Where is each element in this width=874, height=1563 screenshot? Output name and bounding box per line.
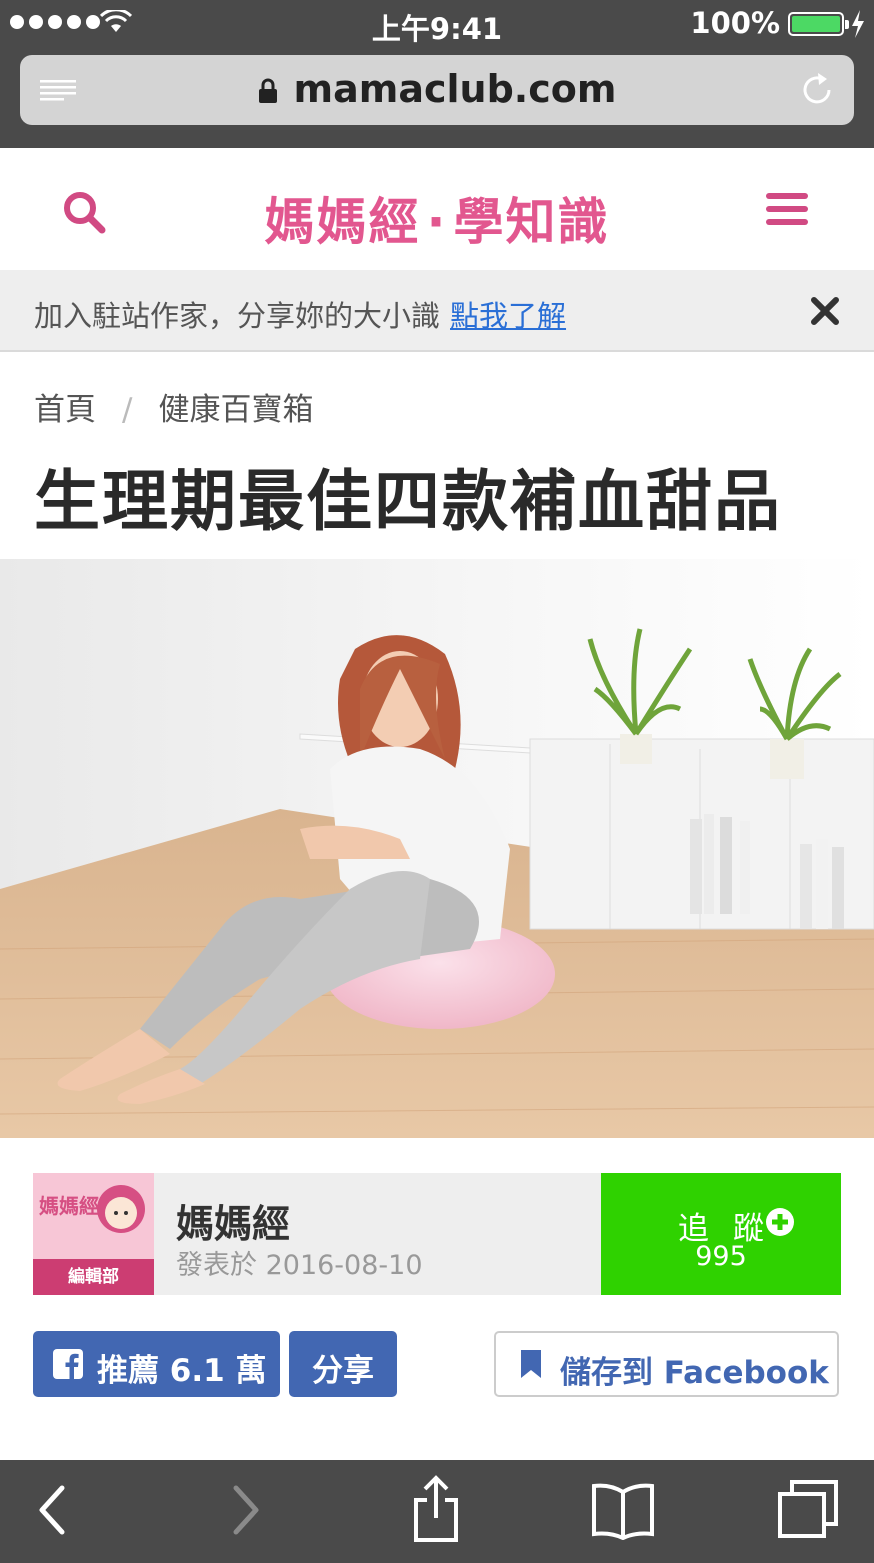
charging-icon xyxy=(852,10,864,38)
author-avatar[interactable]: 媽媽經 編輯部 xyxy=(33,1173,154,1295)
share-icon[interactable] xyxy=(408,1474,464,1544)
save-to-facebook-button[interactable]: 儲存到 Facebook xyxy=(494,1331,839,1397)
back-icon[interactable] xyxy=(36,1482,66,1538)
article-title: 生理期最佳四款補血甜品 xyxy=(34,463,782,540)
url-text: mamaclub.com xyxy=(293,67,617,111)
tabs-icon[interactable] xyxy=(776,1478,840,1540)
lock-icon xyxy=(258,78,277,103)
logo-main: 媽媽經 xyxy=(264,193,421,251)
writer-notice-bar: 加入駐站作家，分享妳的大小識 點我了解 xyxy=(0,270,874,352)
battery-icon xyxy=(788,12,849,36)
browser-toolbar xyxy=(0,1460,874,1563)
avatar-illustration: 媽媽經 xyxy=(39,1185,145,1233)
address-bar[interactable]: mamaclub.com xyxy=(20,55,854,125)
notice-link[interactable]: 點我了解 xyxy=(450,299,566,333)
site-header: 媽媽經 · 學知識 xyxy=(0,148,874,270)
bookmarks-icon[interactable] xyxy=(590,1482,656,1540)
facebook-like-button[interactable]: 推薦 6.1 萬 xyxy=(33,1331,280,1397)
like-label: 推薦 6.1 萬 xyxy=(97,1353,267,1389)
follow-button[interactable]: 追蹤 995 xyxy=(601,1173,841,1295)
breadcrumb-home[interactable]: 首頁 xyxy=(34,392,96,428)
menu-icon[interactable] xyxy=(766,192,808,226)
save-label: 儲存到 Facebook xyxy=(560,1355,829,1391)
notice-text: 加入駐站作家，分享妳的大小識 xyxy=(34,299,441,333)
author-name[interactable]: 媽媽經 xyxy=(176,1193,290,1248)
plus-circle-icon xyxy=(766,1208,794,1236)
bookmark-icon xyxy=(521,1350,541,1378)
follower-count: 995 xyxy=(695,1241,747,1272)
breadcrumb-separator: / xyxy=(122,392,133,428)
author-card: 媽媽經 編輯部 媽媽經 發表於 2016-08-10 追蹤 995 xyxy=(33,1173,841,1295)
browser-chrome: 上午9:41 100% mamaclub.com xyxy=(0,0,874,148)
status-bar: 上午9:41 100% xyxy=(0,0,874,48)
site-logo[interactable]: 媽媽經 · 學知識 xyxy=(0,182,874,254)
article-hero-image xyxy=(0,559,874,1138)
reload-icon[interactable] xyxy=(798,71,836,109)
battery-percent: 100% xyxy=(690,6,780,40)
avatar-tag: 編輯部 xyxy=(33,1259,154,1295)
logo-sub: 學知識 xyxy=(453,193,610,251)
publish-date: 發表於 2016-08-10 xyxy=(176,1250,423,1281)
forward-icon[interactable] xyxy=(232,1482,262,1538)
logo-dot: · xyxy=(426,193,448,251)
facebook-icon xyxy=(53,1349,83,1379)
facebook-share-button[interactable]: 分享 xyxy=(289,1331,397,1397)
breadcrumb: 首頁 / 健康百寶箱 xyxy=(34,384,313,429)
breadcrumb-category[interactable]: 健康百寶箱 xyxy=(158,392,313,428)
share-label: 分享 xyxy=(312,1353,374,1389)
avatar-logo-text: 媽媽經 xyxy=(39,1194,99,1218)
close-icon[interactable] xyxy=(810,296,840,326)
